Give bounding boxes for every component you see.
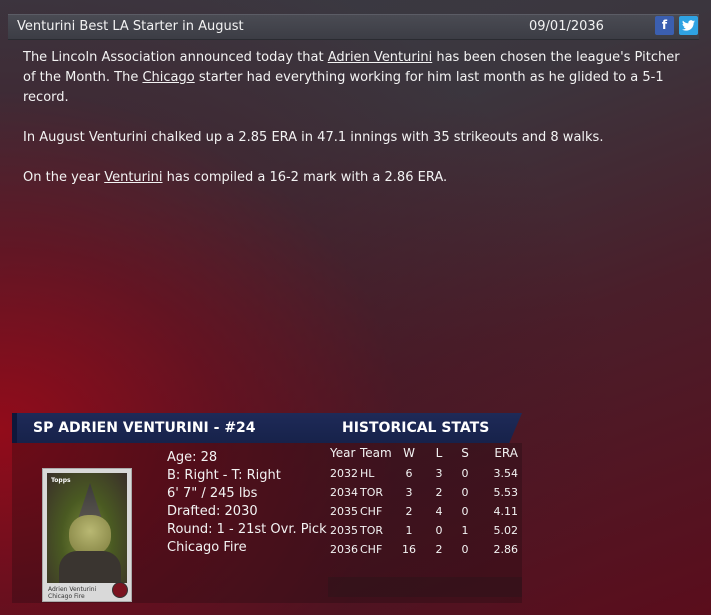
cell-wins: 16: [402, 543, 416, 556]
headline: Venturini Best LA Starter in August: [17, 19, 244, 34]
card-brand-logo: Topps: [51, 477, 71, 484]
article-body: The Lincoln Association announced today …: [23, 48, 683, 208]
article-text: On the year: [23, 170, 105, 185]
article-paragraph-1: The Lincoln Association announced today …: [23, 48, 683, 108]
player-link[interactable]: Venturini: [104, 170, 162, 185]
cell-wins: 6: [405, 467, 413, 480]
player-face: [69, 515, 111, 555]
col-header-team[interactable]: Team: [360, 446, 392, 460]
article-header: Venturini Best LA Starter in August 09/0…: [8, 14, 699, 40]
player-card[interactable]: Topps Adrien Venturini Chicago Fire: [42, 468, 132, 602]
team-logo-icon: [112, 582, 128, 598]
panel-accent-bar: [12, 413, 17, 443]
cell-saves: 0: [461, 467, 469, 480]
cell-era: 4.11: [493, 505, 519, 518]
player-torso: [59, 551, 121, 583]
player-link[interactable]: Adrien Venturini: [328, 50, 433, 65]
historical-stats-title: HISTORICAL STATS: [342, 420, 490, 436]
col-header-losses[interactable]: L: [432, 446, 446, 460]
cell-team: TOR: [360, 486, 384, 499]
cell-year: 2034: [330, 486, 358, 499]
stats-footer-bar: [328, 577, 522, 597]
historical-stats-table: Year Team W L S ERA 2032 HL 6 3 0 3.54 2…: [328, 446, 522, 560]
col-header-era[interactable]: ERA: [486, 446, 518, 460]
cell-team: CHF: [360, 505, 383, 518]
table-row[interactable]: 2035 TOR 1 0 1 5.02: [328, 522, 522, 541]
player-age: Age: 28: [167, 450, 218, 465]
cell-wins: 2: [405, 505, 413, 518]
col-header-year[interactable]: Year: [330, 446, 355, 460]
cell-era: 5.53: [493, 486, 519, 499]
cell-team: TOR: [360, 524, 384, 537]
cell-wins: 1: [405, 524, 413, 537]
twitter-share-icon[interactable]: [679, 16, 698, 35]
table-row[interactable]: 2036 CHF 16 2 0 2.86: [328, 541, 522, 560]
player-drafted: Drafted: 2030: [167, 504, 258, 519]
cell-losses: 0: [435, 524, 443, 537]
player-draft-round: Round: 1 - 21st Ovr. Pick: [167, 522, 327, 537]
cell-saves: 0: [461, 543, 469, 556]
cell-losses: 2: [435, 543, 443, 556]
player-bats-throws: B: Right - T: Right: [167, 468, 281, 483]
twitter-bird-icon: [682, 20, 695, 31]
cell-era: 5.02: [493, 524, 519, 537]
article-text: has compiled a 16-2 mark with a 2.86 ERA…: [162, 170, 448, 185]
cell-year: 2035: [330, 505, 358, 518]
table-row[interactable]: 2032 HL 6 3 0 3.54: [328, 465, 522, 484]
facebook-share-icon[interactable]: f: [655, 16, 674, 35]
cell-era: 2.86: [493, 543, 519, 556]
team-link[interactable]: Chicago: [142, 70, 194, 85]
table-row[interactable]: 2034 TOR 3 2 0 5.53: [328, 484, 522, 503]
player-height-weight: 6' 7" / 245 lbs: [167, 486, 258, 501]
cell-losses: 2: [435, 486, 443, 499]
article-paragraph-2: In August Venturini chalked up a 2.85 ER…: [23, 130, 604, 145]
player-title[interactable]: SP ADRIEN VENTURINI - #24: [33, 420, 256, 436]
player-info: Age: 28 B: Right - T: Right 6' 7" / 245 …: [167, 449, 327, 557]
cell-team: CHF: [360, 543, 383, 556]
cell-team: HL: [360, 467, 375, 480]
cell-wins: 3: [405, 486, 413, 499]
cell-saves: 0: [461, 505, 469, 518]
cell-era: 3.54: [493, 467, 519, 480]
article-date: 09/01/2036: [529, 19, 604, 34]
article-paragraph-3: On the year Venturini has compiled a 16-…: [23, 168, 683, 188]
cell-losses: 4: [435, 505, 443, 518]
article-text: The Lincoln Association announced today …: [23, 50, 328, 65]
stats-header-row: Year Team W L S ERA: [328, 446, 522, 465]
cell-year: 2032: [330, 467, 358, 480]
col-header-saves[interactable]: S: [458, 446, 472, 460]
cell-saves: 1: [461, 524, 469, 537]
cell-saves: 0: [461, 486, 469, 499]
card-team-name: Chicago Fire: [48, 593, 85, 600]
col-header-wins[interactable]: W: [400, 446, 418, 460]
player-team: Chicago Fire: [167, 540, 247, 555]
cell-year: 2035: [330, 524, 358, 537]
cell-year: 2036: [330, 543, 358, 556]
cell-losses: 3: [435, 467, 443, 480]
player-photo: Topps: [47, 473, 127, 583]
card-player-name: Adrien Venturini: [48, 586, 97, 593]
table-row[interactable]: 2035 CHF 2 4 0 4.11: [328, 503, 522, 522]
card-caption: Adrien Venturini Chicago Fire: [48, 586, 96, 600]
